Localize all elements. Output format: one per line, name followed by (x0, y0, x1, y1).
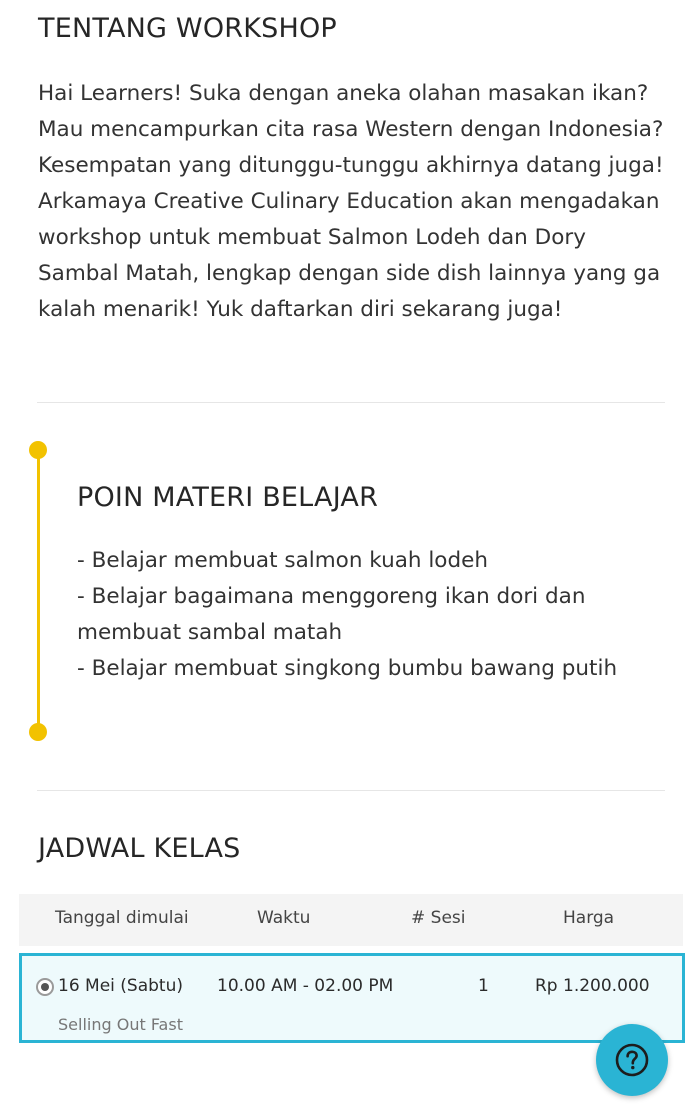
poin-title: POIN MATERI BELAJAR (77, 482, 379, 513)
header-sesi: # Sesi (411, 908, 466, 928)
header-time: Waktu (257, 908, 311, 928)
row-sesi: 1 (478, 976, 489, 996)
row-date: 16 Mei (Sabtu) (58, 976, 183, 996)
header-date: Tanggal dimulai (55, 908, 189, 928)
poin-item: - Belajar membuat salmon kuah lodeh (77, 548, 488, 573)
timeline-dot-bottom (29, 723, 47, 741)
row-price: Rp 1.200.000 (535, 976, 650, 996)
radio-selected-icon[interactable] (36, 978, 54, 996)
poin-item: - Belajar membuat singkong bumbu bawang … (77, 656, 618, 681)
poin-list: - Belajar membuat salmon kuah lodeh - Be… (77, 543, 657, 687)
question-circle-icon (615, 1043, 649, 1077)
header-price: Harga (563, 908, 615, 928)
about-description: Hai Learners! Suka dengan aneka olahan m… (38, 81, 664, 322)
jadwal-title: JADWAL KELAS (38, 833, 241, 864)
schedule-row[interactable]: 16 Mei (Sabtu) 10.00 AM - 02.00 PM 1 Rp … (19, 953, 685, 1043)
row-time: 10.00 AM - 02.00 PM (217, 976, 394, 996)
timeline-dot-top (29, 441, 47, 459)
divider (37, 790, 665, 791)
help-button[interactable] (596, 1024, 668, 1096)
row-status: Selling Out Fast (58, 1015, 183, 1034)
divider (37, 402, 665, 403)
about-title: TENTANG WORKSHOP (38, 13, 337, 44)
poin-item: - Belajar bagaimana menggoreng ikan dori… (77, 584, 586, 645)
timeline-line (37, 451, 40, 732)
schedule-table-header: Tanggal dimulai Waktu # Sesi Harga (19, 894, 683, 946)
